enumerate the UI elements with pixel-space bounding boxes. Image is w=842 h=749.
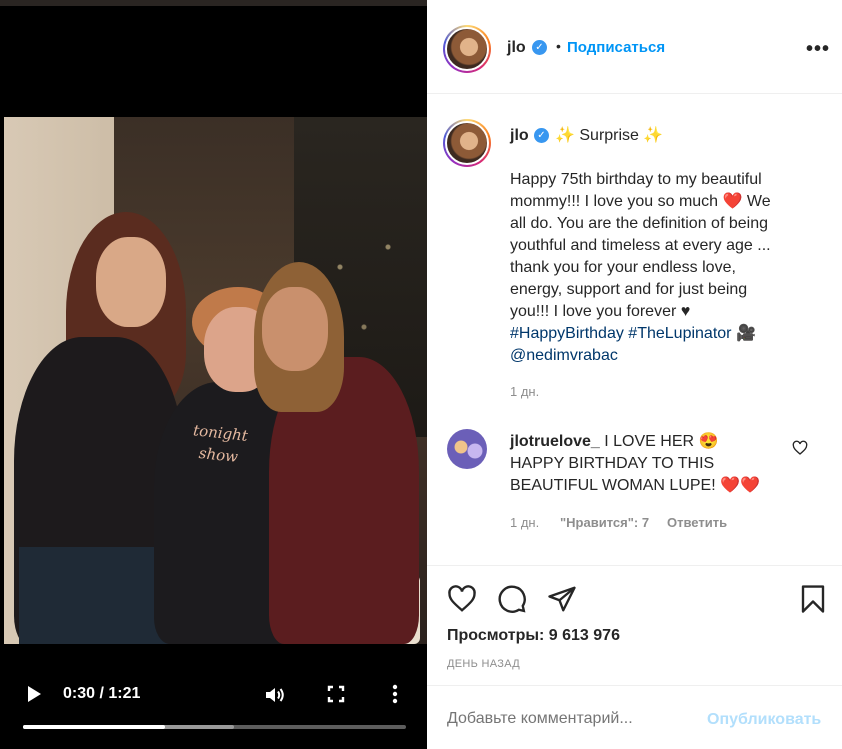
comment-likes[interactable]: "Нравится": 7 <box>560 515 649 530</box>
verified-badge-icon: ✓ <box>532 40 547 55</box>
hashtag-link[interactable]: #HappyBirthday <box>510 325 624 342</box>
fullscreen-icon[interactable] <box>325 683 347 705</box>
author-avatar[interactable] <box>443 25 491 73</box>
red-heart-icon: ❤️❤️ <box>720 477 760 494</box>
share-paper-plane-icon[interactable] <box>547 584 577 614</box>
movie-camera-icon: 🎥 <box>735 325 756 342</box>
like-comment-icon[interactable] <box>792 440 808 456</box>
hashtag-link[interactable]: #TheLupinator <box>628 325 731 342</box>
like-heart-icon[interactable] <box>447 584 477 614</box>
red-heart-icon: ❤️ <box>722 193 743 210</box>
commenter-username[interactable]: jlotruelove_ <box>510 433 600 450</box>
reply-button[interactable]: Ответить <box>667 515 727 530</box>
comment-input[interactable] <box>447 710 702 728</box>
play-icon[interactable] <box>24 684 44 704</box>
caption-username[interactable]: jlo <box>510 127 529 145</box>
comment-text: jlotruelove_ I LOVE HER 😍 HAPPY BIRTHDAY… <box>510 433 760 494</box>
video-player[interactable]: tonight show 0:30 / 1:21 <box>0 0 427 749</box>
more-vertical-icon[interactable] <box>385 682 405 706</box>
comment-bubble-icon[interactable] <box>497 584 527 614</box>
mention-link[interactable]: @nedimvrabac <box>510 347 618 364</box>
black-heart-icon: ♥ <box>680 303 691 320</box>
sparkles-icon: ✨ <box>643 127 664 144</box>
post-sidebar: jlo ✓ • Подписаться ••• jlo ✓ ✨ Surprise… <box>427 0 842 749</box>
video-progress-fill <box>23 725 165 729</box>
post-date[interactable]: ДЕНЬ НАЗАД <box>447 658 520 670</box>
video-progress-bar[interactable] <box>23 725 406 729</box>
heart-eyes-icon: 😍 <box>698 433 719 450</box>
video-top-edge <box>0 0 427 6</box>
view-count[interactable]: Просмотры: 9 613 976 <box>447 627 620 645</box>
woman-right-face <box>262 287 328 371</box>
post-comment-button[interactable]: Опубликовать <box>707 711 821 729</box>
commenter-avatar[interactable] <box>447 429 487 469</box>
video-time: 0:30 / 1:21 <box>63 685 141 702</box>
separator-dot: • <box>556 38 561 54</box>
sparkles-icon: ✨ <box>555 127 575 144</box>
video-frame[interactable]: tonight show <box>4 117 427 644</box>
caption-title: ✨ Surprise ✨ <box>555 127 664 144</box>
author-username[interactable]: jlo <box>507 39 526 57</box>
follow-button[interactable]: Подписаться <box>567 39 665 56</box>
caption-time[interactable]: 1 дн. <box>510 384 539 399</box>
verified-badge-icon: ✓ <box>534 128 549 143</box>
comment-time[interactable]: 1 дн. <box>510 515 539 530</box>
save-bookmark-icon[interactable] <box>798 584 828 614</box>
shirt-print: tonight show <box>192 421 249 466</box>
add-comment-bar: Опубликовать <box>427 685 842 749</box>
caption-avatar[interactable] <box>443 119 491 167</box>
caption-text: Happy 75th birthday to my beautiful momm… <box>510 171 771 364</box>
more-options-icon[interactable]: ••• <box>806 38 830 61</box>
video-controls: 0:30 / 1:21 <box>0 672 427 749</box>
post-header: jlo ✓ • Подписаться ••• <box>427 0 842 94</box>
woman-left-face <box>96 237 166 327</box>
volume-icon[interactable] <box>263 683 287 707</box>
action-bar: Просмотры: 9 613 976 ДЕНЬ НАЗАД <box>427 565 842 685</box>
